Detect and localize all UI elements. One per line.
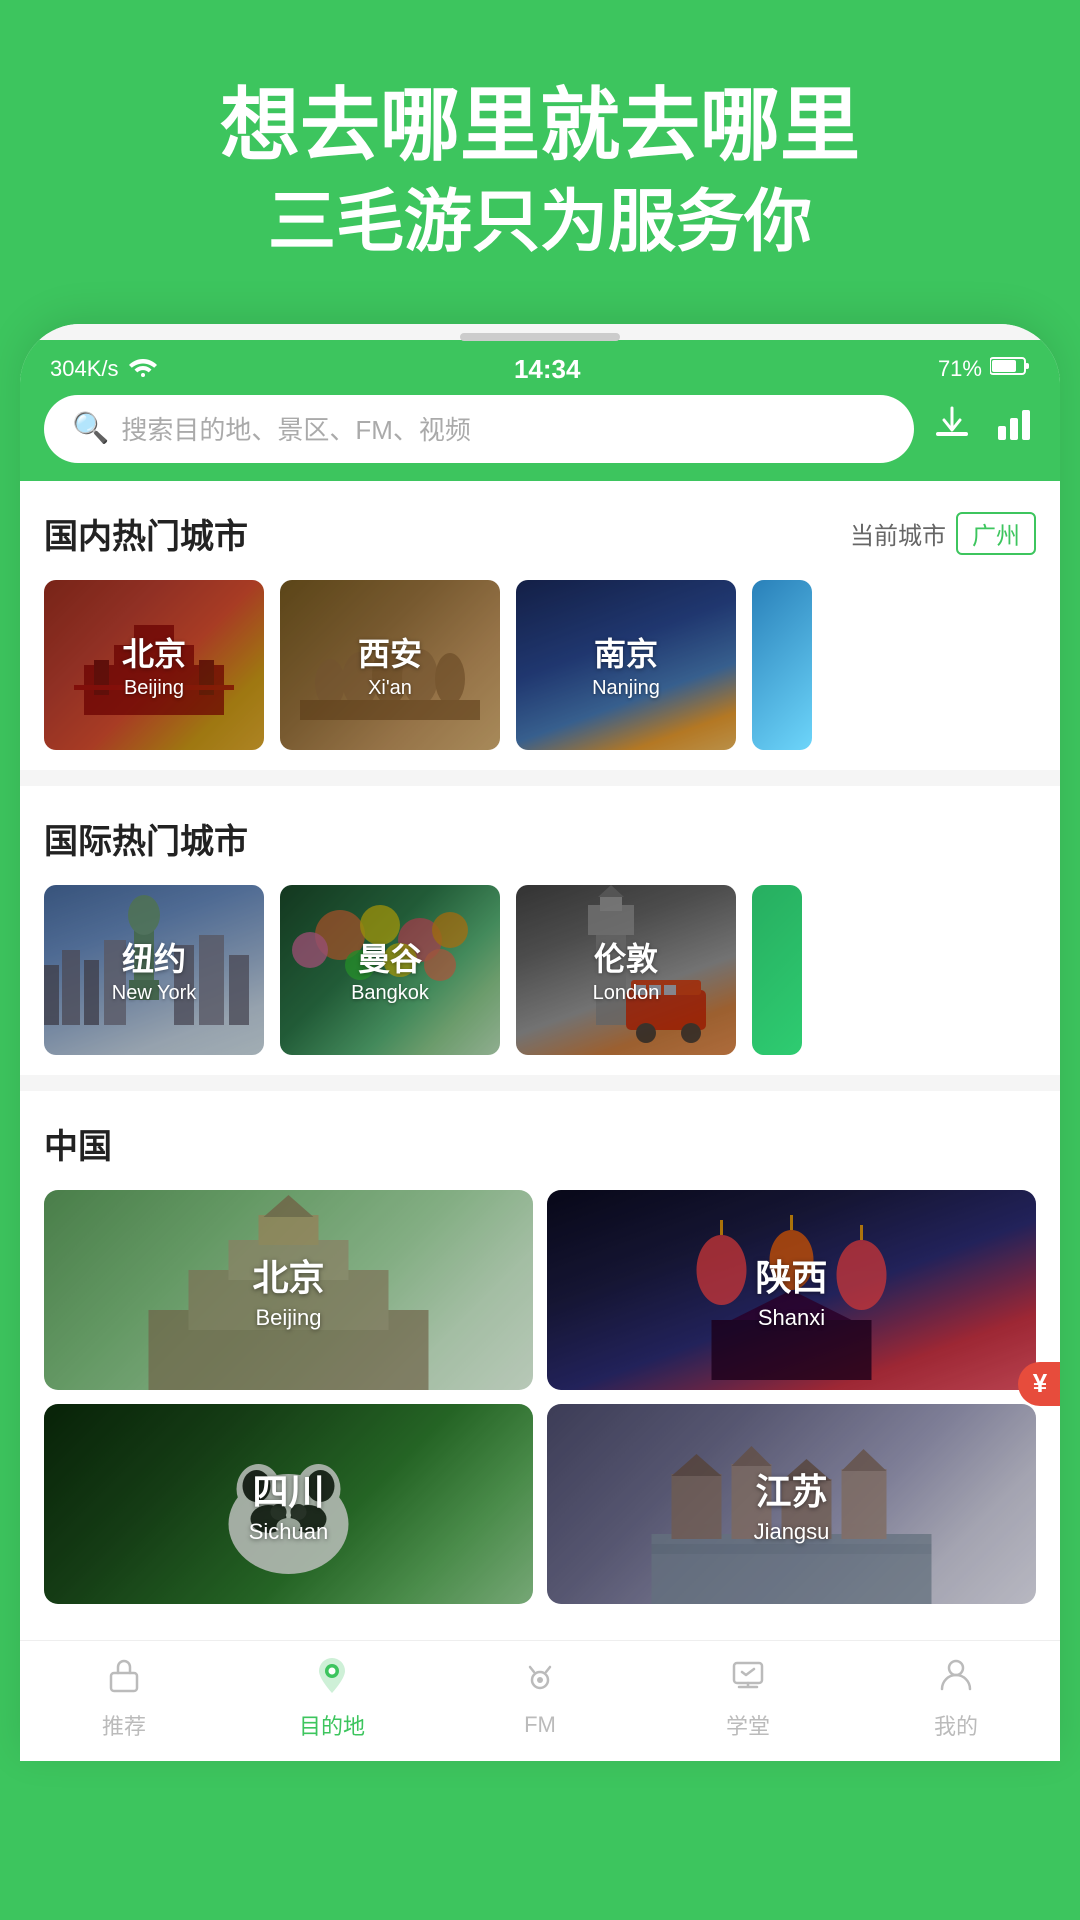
nav-label-profile: 我的 [934, 1709, 978, 1741]
city-name-zh-nanjing: 南京 [594, 629, 658, 675]
city-name-zh-newyork: 纽约 [122, 934, 186, 980]
status-right: 71% [938, 356, 1030, 382]
city-name-zh-bangkok: 曼谷 [358, 934, 422, 980]
city-card-beijing[interactable]: 北京 Beijing [44, 580, 264, 750]
china-name-en-beijing: Beijing [255, 1305, 321, 1331]
domestic-header: 国内热门城市 当前城市 广州 [44, 509, 1036, 558]
china-card-beijing-overlay: 北京 Beijing [44, 1190, 533, 1390]
city-card-london-overlay: 伦敦 London [516, 885, 736, 1055]
battery-icon [990, 356, 1030, 382]
nav-icon-fm [521, 1658, 559, 1706]
international-section: 国际热门城市 [20, 786, 1060, 1075]
hero-title: 想去哪里就去哪里 [60, 80, 1020, 172]
city-card-xian-overlay: 西安 Xi'an [280, 580, 500, 750]
status-speed: 304K/s [50, 356, 119, 382]
city-card-beijing-overlay: 北京 Beijing [44, 580, 264, 750]
city-card-london[interactable]: 伦敦 London [516, 885, 736, 1055]
nav-icon-destination [313, 1655, 351, 1703]
notch-indicator [460, 333, 620, 341]
china-name-en-jiangsu: Jiangsu [754, 1519, 830, 1545]
city-name-zh-beijing: 北京 [122, 629, 186, 675]
city-name-en-beijing: Beijing [124, 677, 184, 700]
battery-percent: 71% [938, 356, 982, 382]
city-name-en-newyork: New York [112, 982, 197, 1005]
nav-icon-profile [937, 1655, 975, 1703]
phone-notch-bar [20, 324, 1060, 340]
international-header: 国际热门城市 [44, 814, 1036, 863]
city-name-en-xian: Xi'an [368, 677, 412, 700]
status-left: 304K/s [50, 355, 157, 383]
city-card-bangkok[interactable]: 曼谷 Bangkok [280, 885, 500, 1055]
domestic-section: 国内热门城市 当前城市 广州 [20, 481, 1060, 770]
city-name-en-bangkok: Bangkok [351, 982, 429, 1005]
red-badge[interactable]: ¥ [1018, 1362, 1060, 1406]
domestic-meta: 当前城市 广州 [850, 512, 1036, 555]
status-bar: 304K/s 14:34 71% [20, 340, 1060, 395]
toolbar-icons [930, 402, 1036, 456]
hero-section: 想去哪里就去哪里 三毛游只为服务你 [0, 0, 1080, 264]
china-name-zh-shaanxi: 陕西 [755, 1249, 827, 1301]
search-input[interactable]: 🔍 搜索目的地、景区、FM、视频 [44, 395, 914, 463]
nav-item-fm[interactable]: FM [436, 1658, 644, 1738]
search-placeholder: 搜索目的地、景区、FM、视频 [121, 410, 471, 447]
current-city-label: 当前城市 [850, 516, 946, 551]
china-header: 中国 [44, 1119, 1036, 1168]
city-card-nanjing[interactable]: 南京 Nanjing [516, 580, 736, 750]
content-area: 国内热门城市 当前城市 广州 [20, 481, 1060, 1624]
nav-icon-classroom [729, 1655, 767, 1703]
city-card-nanjing-overlay: 南京 Nanjing [516, 580, 736, 750]
domestic-city-scroll: 北京 Beijing [44, 580, 1036, 750]
china-card-sichuan[interactable]: 四川 Sichuan [44, 1404, 533, 1604]
china-name-zh-beijing: 北京 [252, 1249, 324, 1301]
wifi-icon [129, 355, 157, 383]
nav-label-classroom: 学堂 [726, 1709, 770, 1741]
chart-icon[interactable] [992, 402, 1036, 456]
city-card-bangkok-overlay: 曼谷 Bangkok [280, 885, 500, 1055]
city-card-partial2 [752, 885, 802, 1055]
bottom-nav: 推荐 目的地 FM [20, 1640, 1060, 1761]
city-name-zh-london: 伦敦 [594, 934, 658, 980]
china-section: 中国 北京 Beij [20, 1091, 1060, 1624]
city-card-partial [752, 580, 812, 750]
nav-label-recommend: 推荐 [102, 1709, 146, 1741]
china-title: 中国 [44, 1119, 112, 1168]
nav-item-destination[interactable]: 目的地 [228, 1655, 436, 1741]
city-name-zh-xian: 西安 [358, 629, 422, 675]
china-name-zh-sichuan: 四川 [252, 1463, 324, 1515]
city-name-en-nanjing: Nanjing [592, 677, 660, 700]
china-grid: 北京 Beijing [44, 1190, 1036, 1604]
china-card-sichuan-overlay: 四川 Sichuan [44, 1404, 533, 1604]
nav-label-destination: 目的地 [299, 1709, 365, 1741]
china-card-shaanxi[interactable]: 陕西 Shanxi [547, 1190, 1036, 1390]
nav-item-classroom[interactable]: 学堂 [644, 1655, 852, 1741]
domestic-title: 国内热门城市 [44, 509, 248, 558]
phone-frame: 304K/s 14:34 71% 🔍 [20, 324, 1060, 1761]
china-name-en-sichuan: Sichuan [249, 1519, 329, 1545]
city-name-en-london: London [593, 982, 660, 1005]
hero-subtitle: 三毛游只为服务你 [60, 182, 1020, 264]
international-title: 国际热门城市 [44, 814, 248, 863]
download-icon[interactable] [930, 402, 974, 456]
search-bar-wrap: 🔍 搜索目的地、景区、FM、视频 [20, 395, 1060, 481]
status-time: 14:34 [514, 354, 581, 385]
china-name-zh-jiangsu: 江苏 [755, 1463, 827, 1515]
china-name-en-shaanxi: Shanxi [758, 1305, 825, 1331]
city-card-newyork-overlay: 纽约 New York [44, 885, 264, 1055]
nav-item-recommend[interactable]: 推荐 [20, 1655, 228, 1741]
china-card-beijing[interactable]: 北京 Beijing [44, 1190, 533, 1390]
nav-icon-recommend [105, 1655, 143, 1703]
china-card-shaanxi-overlay: 陕西 Shanxi [547, 1190, 1036, 1390]
current-city-badge[interactable]: 广州 [956, 512, 1036, 555]
red-badge-icon: ¥ [1033, 1368, 1047, 1399]
search-icon: 🔍 [72, 411, 109, 446]
nav-item-profile[interactable]: 我的 [852, 1655, 1060, 1741]
city-card-xian[interactable]: 西安 Xi'an [280, 580, 500, 750]
city-card-newyork[interactable]: 纽约 New York [44, 885, 264, 1055]
international-city-scroll: 纽约 New York [44, 885, 1036, 1055]
china-card-jiangsu-overlay: 江苏 Jiangsu [547, 1404, 1036, 1604]
nav-label-fm: FM [524, 1712, 556, 1738]
china-card-jiangsu[interactable]: 江苏 Jiangsu [547, 1404, 1036, 1604]
